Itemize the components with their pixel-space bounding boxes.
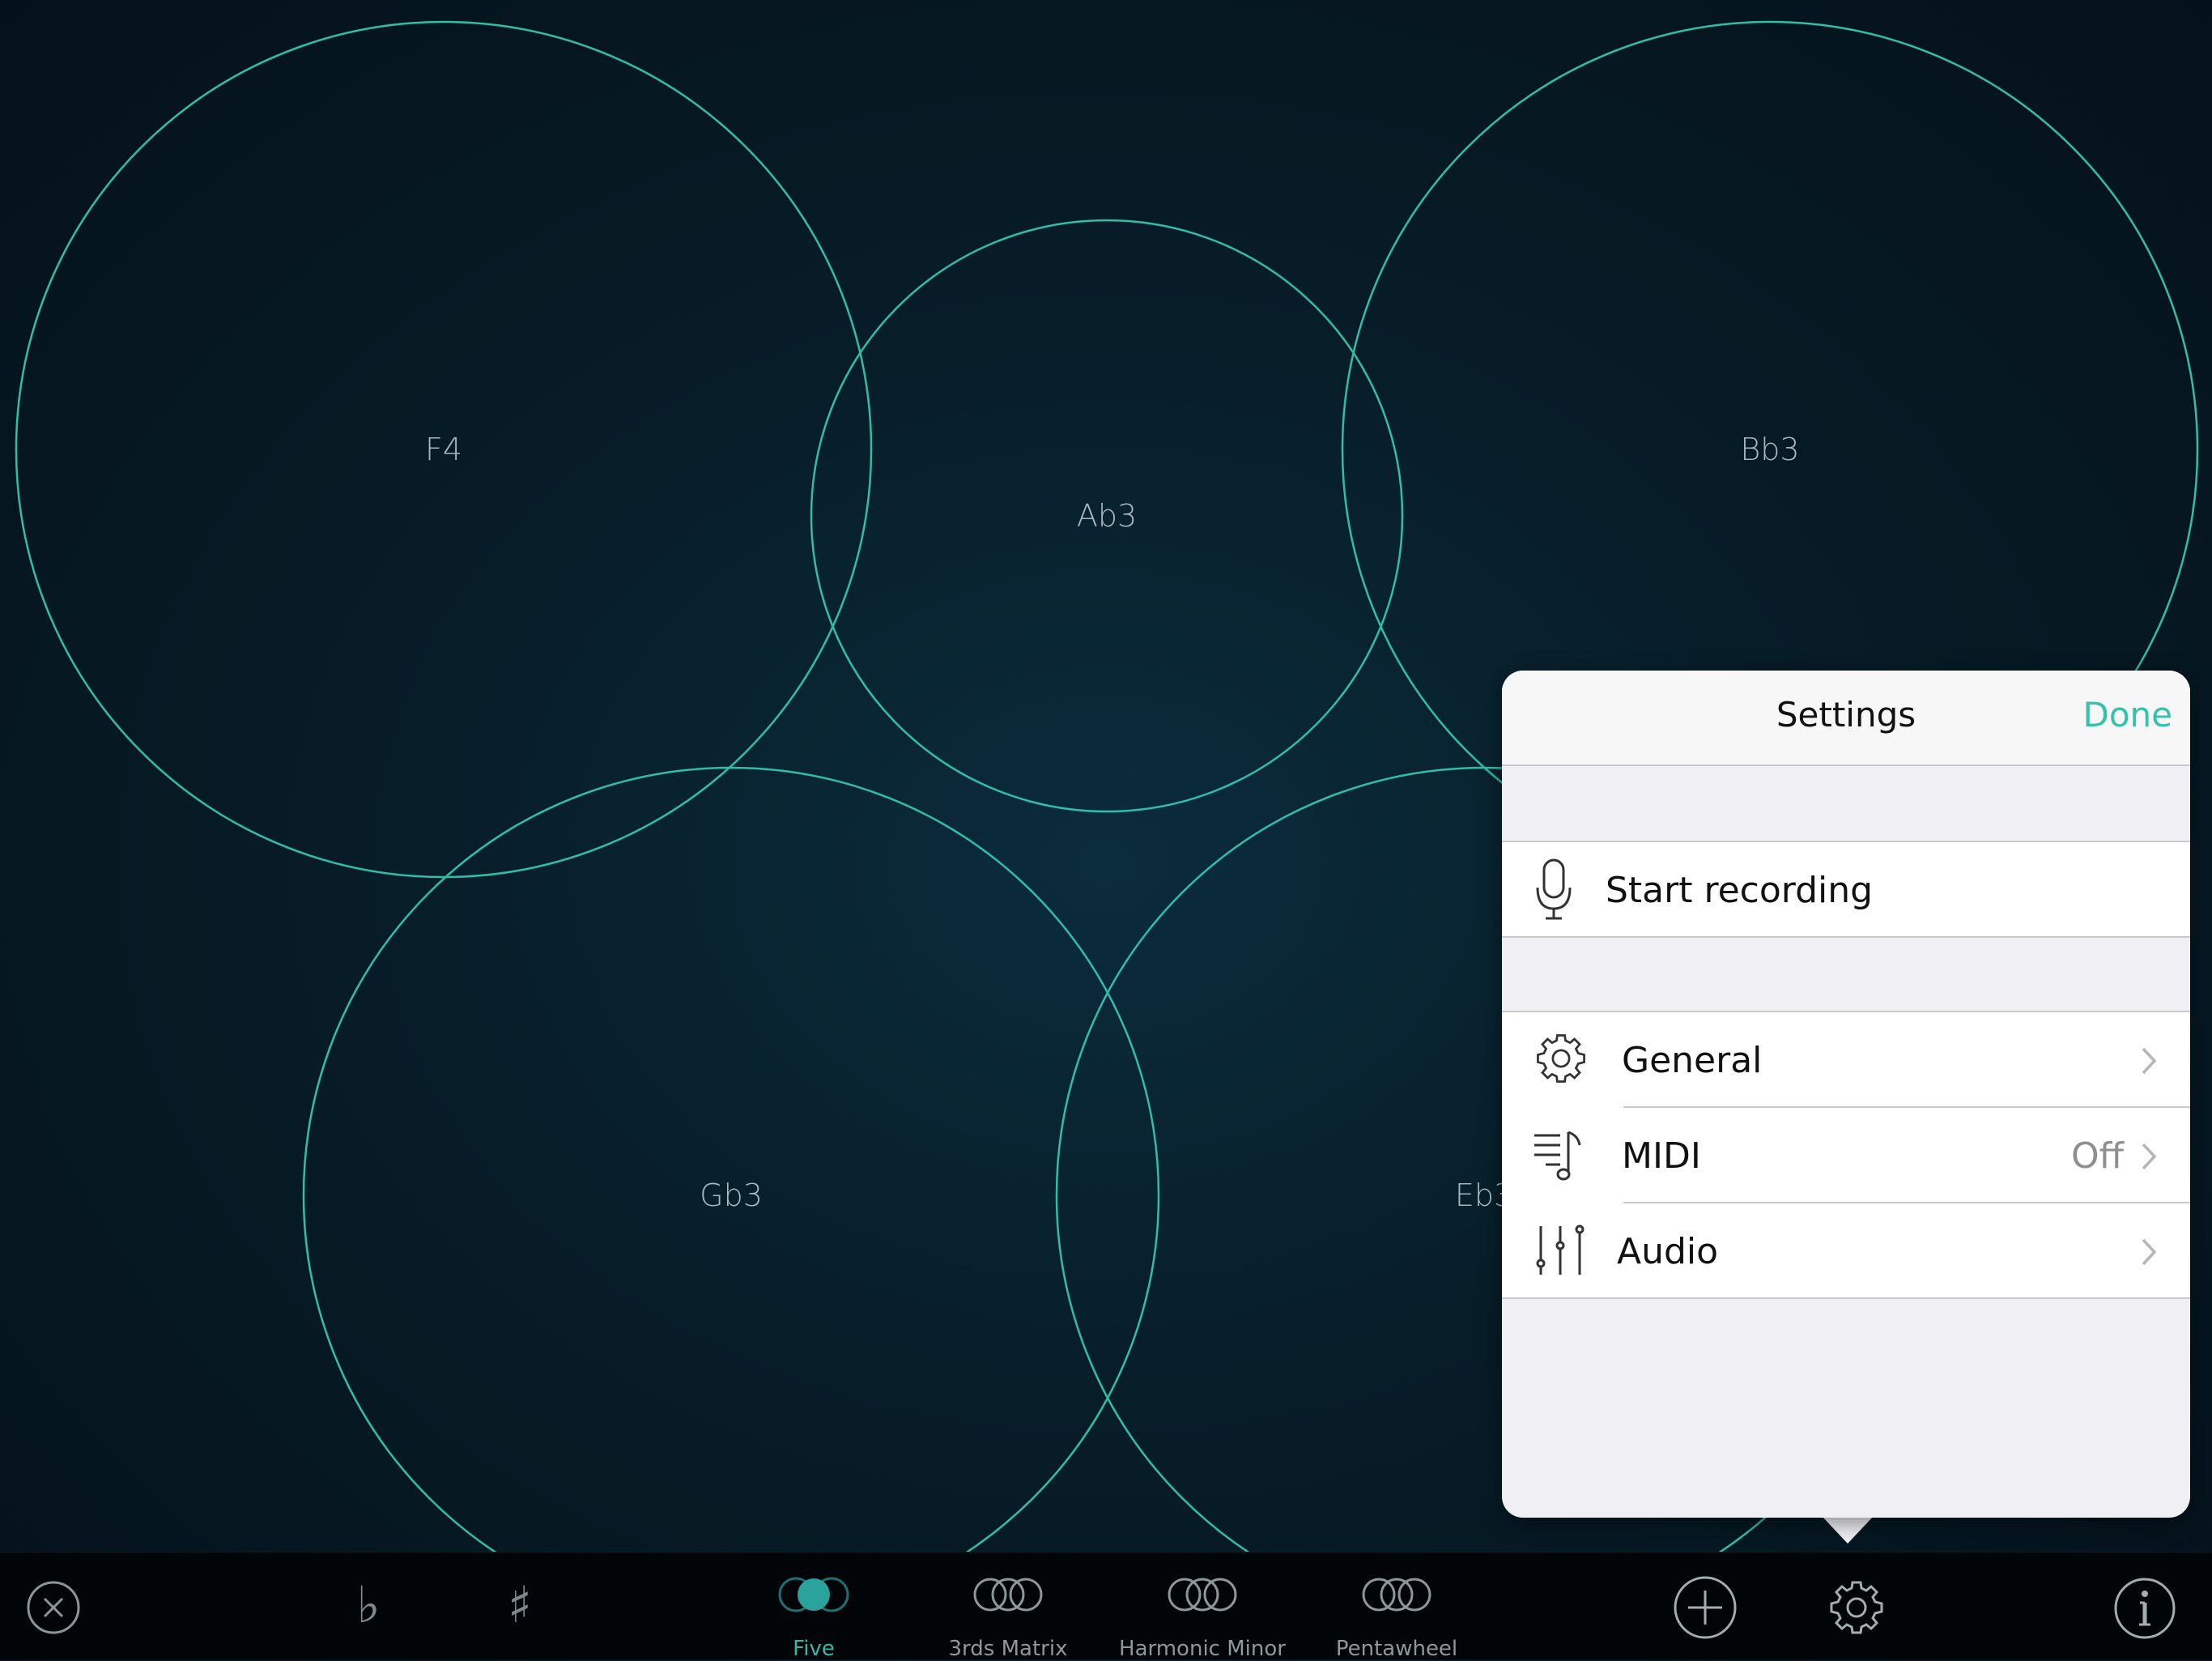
audio-label: Audio <box>1617 1231 1719 1272</box>
chevron-right-icon <box>2142 1238 2157 1266</box>
tab-label: Pentawheel <box>1335 1637 1458 1661</box>
info-circle-icon <box>2114 1578 2176 1639</box>
tab-harmonic-minor[interactable]: Harmonic Minor <box>1105 1565 1300 1661</box>
tab-pentawheel[interactable]: Pentawheel <box>1300 1565 1494 1661</box>
layout-circles-icon <box>1168 1578 1237 1612</box>
recording-group: Start recording <box>1502 841 2190 938</box>
sharp-button[interactable]: ♯ <box>496 1577 544 1633</box>
flat-button[interactable]: ♭ <box>344 1577 393 1633</box>
pad-label: Bb3 <box>1740 432 1799 467</box>
start-recording-label: Start recording <box>1606 870 1874 911</box>
settings-item-midi[interactable]: MIDI Off <box>1534 1106 2190 1202</box>
microphone-icon <box>1536 858 1572 920</box>
note-pad-ab3[interactable]: Ab3 <box>810 219 1404 813</box>
note-pad-f4[interactable]: F4 <box>15 20 873 879</box>
midi-status-value: Off <box>2071 1135 2124 1177</box>
gear-icon <box>1537 1034 1585 1083</box>
settings-nav-bar: Settings Done <box>1502 671 2190 766</box>
layout-circles-icon <box>973 1578 1043 1612</box>
settings-menu-group: General MIDI Off Audio <box>1502 1011 2190 1299</box>
settings-button[interactable] <box>1824 1575 1889 1640</box>
layout-circles-icon <box>1362 1578 1431 1612</box>
popover-arrow <box>1822 1516 1874 1544</box>
tab-five[interactable]: Five <box>717 1565 911 1661</box>
mixer-sliders-icon <box>1536 1224 1585 1275</box>
settings-popover: Settings Done Start recording General MI… <box>1502 671 2190 1518</box>
close-circle-icon <box>27 1581 80 1634</box>
tab-label: 3rds Matrix <box>948 1637 1068 1661</box>
chevron-right-icon <box>2142 1047 2157 1075</box>
chevron-right-icon <box>2142 1143 2157 1170</box>
midi-note-icon <box>1534 1131 1581 1181</box>
done-button[interactable]: Done <box>2083 695 2173 735</box>
close-button[interactable] <box>24 1578 83 1637</box>
gear-icon <box>1830 1581 1883 1634</box>
layout-five-icon <box>778 1577 849 1612</box>
tab-label: Five <box>793 1637 835 1661</box>
general-label: General <box>1622 1040 1763 1081</box>
settings-item-audio[interactable]: Audio <box>1536 1202 2190 1297</box>
bottom-toolbar: ♭ ♯ Five 3rds Matrix Harmonic Minor Pent… <box>0 1552 2212 1661</box>
tab-3rds-matrix[interactable]: 3rds Matrix <box>911 1565 1105 1661</box>
plus-circle-icon <box>1674 1576 1737 1639</box>
pad-label: Gb3 <box>700 1178 763 1213</box>
info-button[interactable] <box>2112 1575 2178 1642</box>
midi-label: MIDI <box>1622 1135 1701 1177</box>
tab-label: Harmonic Minor <box>1119 1637 1286 1661</box>
settings-item-general[interactable]: General <box>1502 1012 2190 1106</box>
add-button[interactable] <box>1671 1574 1739 1642</box>
start-recording-row[interactable]: Start recording <box>1502 842 2190 936</box>
pad-label: F4 <box>425 432 462 467</box>
note-pad-gb3[interactable]: Gb3 <box>302 766 1160 1552</box>
pad-label: Ab3 <box>1077 498 1137 534</box>
